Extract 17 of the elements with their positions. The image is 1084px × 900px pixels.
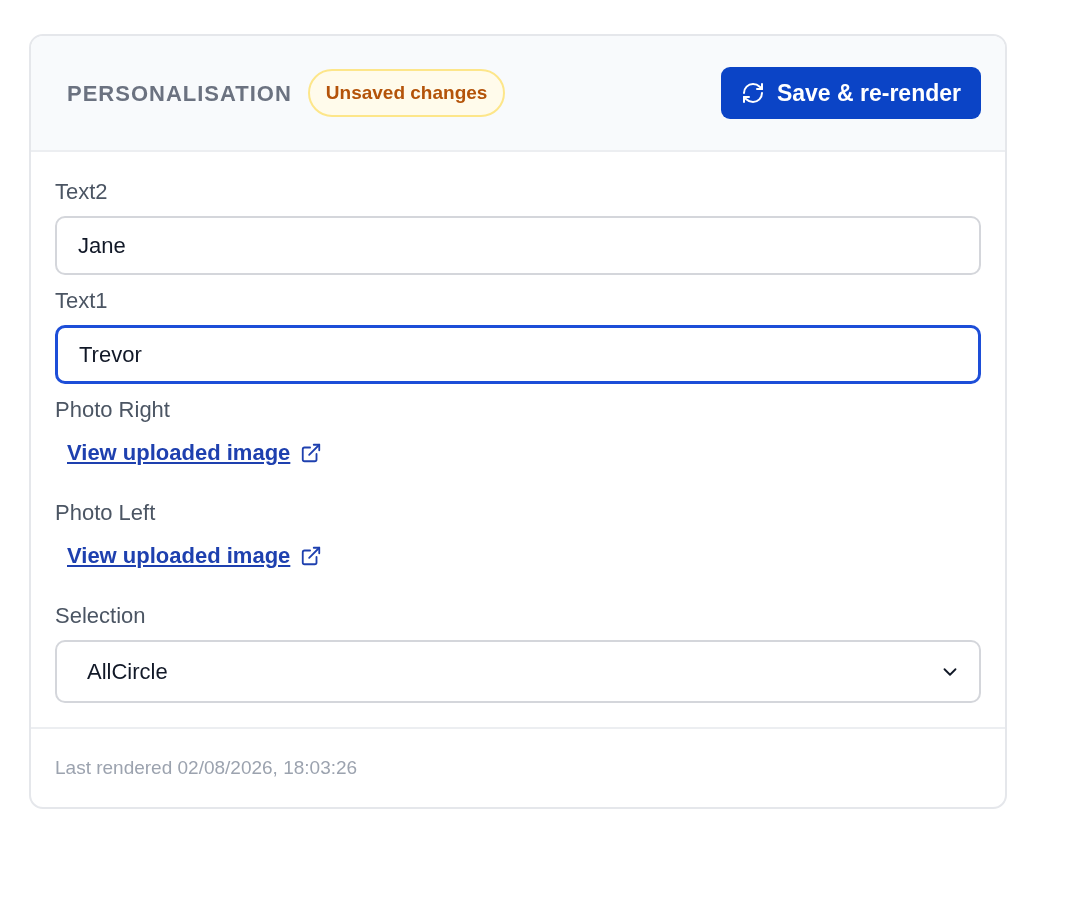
view-image-link[interactable]: View uploaded image xyxy=(67,436,323,469)
text-input-field[interactable]: Jane xyxy=(55,216,981,275)
refresh-icon xyxy=(740,81,765,105)
field-label: Selection xyxy=(55,602,146,630)
field-label: Text1 xyxy=(55,287,108,315)
last-rendered-text: Last rendered 02/08/2026, 18:03:26 xyxy=(55,755,358,780)
field-label: Photo Left xyxy=(55,499,156,527)
text-input-field[interactable]: Trevor xyxy=(55,325,981,384)
external-link-icon xyxy=(300,544,323,567)
field-label: Text2 xyxy=(55,178,108,206)
unsaved-badge: Unsaved changes xyxy=(307,69,506,117)
section-title: PERSONALISATION xyxy=(67,79,292,108)
external-link-icon xyxy=(300,441,323,464)
select-dropdown[interactable]: AllCircle xyxy=(55,640,981,703)
view-image-link[interactable]: View uploaded image xyxy=(67,539,323,572)
save-button[interactable]: Save & re-render xyxy=(720,67,981,119)
field-label: Photo Right xyxy=(55,396,170,424)
